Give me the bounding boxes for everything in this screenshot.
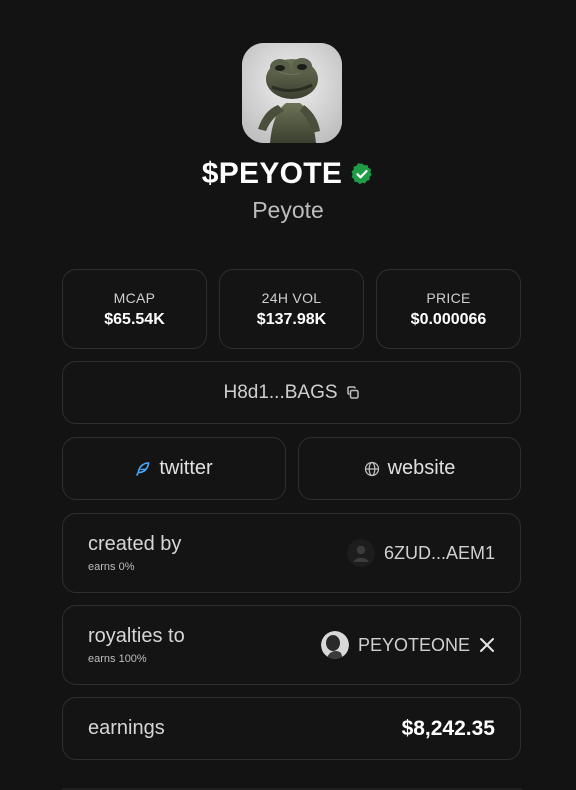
stat-mcap: MCAP $65.54K: [62, 269, 207, 349]
x-logo-icon[interactable]: [479, 637, 495, 653]
feather-icon: [135, 461, 151, 477]
contract-address-button[interactable]: H8d1...BAGS: [62, 361, 521, 424]
stat-value: $65.54K: [104, 310, 165, 328]
royalties-recipient-link[interactable]: PEYOTEONE: [320, 631, 495, 659]
created-by-text: created by earns 0%: [88, 533, 181, 573]
token-name: Peyote: [252, 197, 324, 223]
token-title-row: $PEYOTE: [0, 154, 576, 194]
user-avatar-icon: [346, 539, 375, 567]
stat-label: PRICE: [426, 289, 471, 306]
twitter-link-label: twitter: [159, 457, 213, 479]
creator-address: 6ZUD...AEM1: [383, 542, 495, 563]
creator-link[interactable]: 6ZUD...AEM1: [346, 539, 495, 567]
royalties-earns: earns 100%: [88, 653, 147, 665]
stat-value: $0.000066: [410, 310, 487, 328]
created-by-card: created by earns 0% 6ZUD...AEM1: [62, 513, 521, 593]
royalties-title: royalties to: [88, 625, 185, 647]
recipient-avatar: [320, 631, 349, 659]
contract-address: H8d1...BAGS: [223, 381, 338, 403]
stat-24h-vol: 24H VOL $137.98K: [219, 269, 364, 349]
stat-label: 24H VOL: [261, 289, 322, 306]
created-by-title: created by: [88, 533, 182, 555]
created-by-earns: earns 0%: [88, 561, 135, 573]
token-ticker: $PEYOTE: [201, 157, 343, 190]
earnings-title: earnings: [88, 717, 165, 739]
website-link-label: website: [387, 457, 456, 479]
frog-avatar-image: [242, 43, 342, 143]
twitter-link-button[interactable]: twitter: [62, 437, 286, 500]
website-link-button[interactable]: website: [298, 437, 521, 500]
stat-price: PRICE $0.000066: [376, 269, 521, 349]
royalties-card: royalties to earns 100% PEYOTEONE: [62, 605, 521, 685]
globe-icon: [364, 461, 380, 477]
earnings-card: earnings $8,242.35: [62, 697, 521, 760]
royalties-handle: PEYOTEONE: [357, 634, 470, 655]
royalties-text: royalties to earns 100%: [88, 625, 185, 665]
copy-icon[interactable]: [346, 385, 360, 400]
token-avatar: [242, 43, 342, 143]
verified-check-icon: [350, 162, 374, 186]
stat-value: $137.98K: [256, 310, 327, 328]
stat-label: MCAP: [113, 289, 156, 306]
earnings-value: $8,242.35: [401, 716, 495, 740]
